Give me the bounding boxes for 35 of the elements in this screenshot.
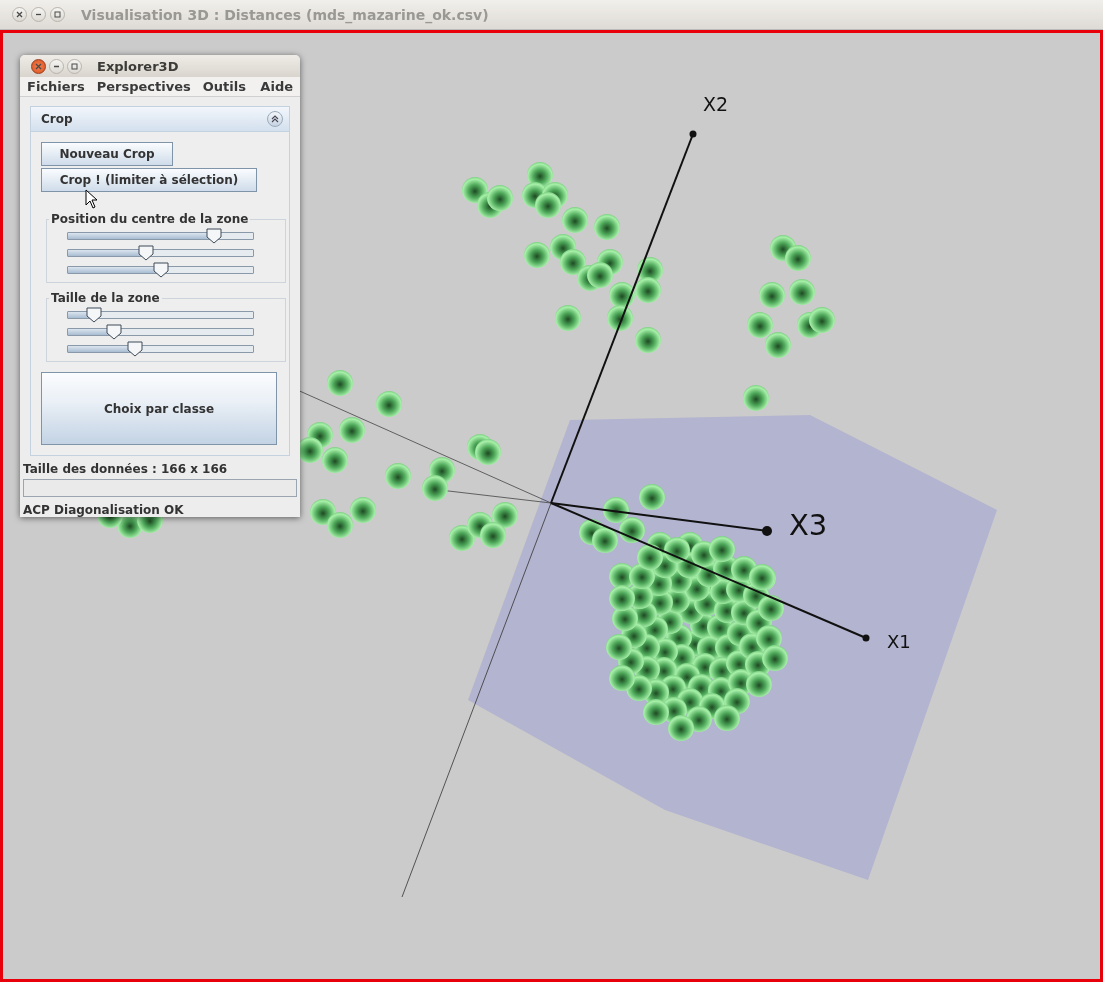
group-title: Position du centre de la zone (50, 212, 250, 227)
slider-thumb[interactable] (137, 245, 154, 262)
slider-thumb[interactable] (106, 324, 123, 341)
menu-item[interactable]: Aide (257, 79, 296, 95)
status-text: ACP Diagonalisation OK (22, 502, 185, 517)
close-button[interactable] (31, 58, 46, 74)
axis-label: X3 (789, 508, 828, 542)
collapse-button[interactable] (267, 111, 283, 128)
maximize-button[interactable] (67, 58, 82, 74)
window-title: Visualisation 3D : Distances (mds_mazarine_ok.csv) (81, 6, 489, 23)
minimize-icon (35, 11, 42, 18)
maximize-button[interactable] (50, 7, 65, 22)
maximize-icon (71, 62, 78, 70)
close-icon (35, 62, 42, 70)
panel-title: Crop (41, 112, 73, 127)
menu-item[interactable]: Fichiers (24, 79, 88, 95)
menu-item[interactable]: Outils (199, 79, 249, 95)
data-size-text: Taille des données : 166 x 166 (22, 461, 229, 477)
crop-button[interactable]: Nouveau Crop (41, 142, 173, 167)
slider-thumb[interactable] (152, 262, 169, 279)
menu-item[interactable]: Perspectives (93, 79, 194, 95)
double-chevron-icon (271, 115, 279, 124)
mouse-pointer-icon (85, 189, 99, 210)
close-button[interactable] (12, 7, 27, 22)
window-title: Explorer3D (97, 58, 179, 74)
slider-thumb[interactable] (206, 228, 223, 245)
axis-label: X1 (887, 631, 911, 652)
class-choice-button[interactable]: Choix par classe (41, 372, 277, 446)
maximize-icon (54, 11, 61, 18)
crop-button[interactable]: Crop ! (limiter à sélection) (41, 168, 257, 193)
group-title: Taille de la zone (50, 291, 161, 306)
slider-thumb[interactable] (85, 307, 102, 324)
slider-thumb[interactable] (126, 341, 143, 358)
close-icon (16, 11, 23, 18)
axis-label: X2 (703, 93, 729, 115)
